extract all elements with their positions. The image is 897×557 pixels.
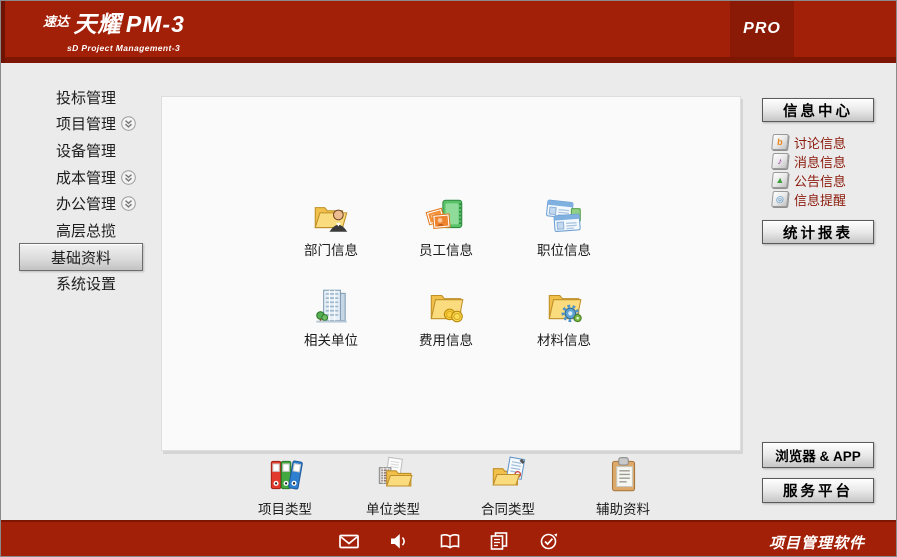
- photos-notebook-icon: [398, 193, 494, 237]
- link-label: 公告信息: [794, 171, 846, 190]
- launcher-label: 职位信息: [516, 239, 612, 259]
- launcher-expense-info[interactable]: 费用信息: [398, 283, 494, 349]
- launcher-material-info[interactable]: 材料信息: [516, 283, 612, 349]
- sidebar-item-cost[interactable]: 成本管理: [56, 167, 136, 187]
- launcher-label: 部门信息: [283, 239, 379, 259]
- chevron-down-icon[interactable]: [121, 170, 136, 185]
- sidebar-item-label: 高层总揽: [56, 220, 116, 241]
- logo-subtitle: sD Project Management-3: [67, 43, 180, 53]
- launcher-label: 员工信息: [398, 239, 494, 259]
- sidebar-item-label: 成本管理: [56, 167, 116, 188]
- sidebar-item-equipment[interactable]: 设备管理: [56, 140, 116, 160]
- sidebar-item-label: 系统设置: [56, 273, 116, 294]
- id-cards-icon: [516, 193, 612, 237]
- sidebar-item-system-settings[interactable]: 系统设置: [56, 273, 116, 293]
- main-content-panel: [161, 96, 741, 451]
- speaker-icon[interactable]: [388, 531, 410, 551]
- sidebar-item-label: 投标管理: [56, 87, 116, 108]
- book-icon[interactable]: [438, 531, 460, 551]
- app-window: 速达 天耀 PM-3 sD Project Management-3 PRO 投…: [0, 0, 897, 557]
- header-left-edge: [1, 1, 5, 63]
- launcher-label: 合同类型: [460, 498, 556, 518]
- service-platform-button[interactable]: 服务平台: [762, 478, 874, 503]
- sidebar-item-executive[interactable]: 高层总揽: [56, 220, 116, 240]
- sidebar-item-project[interactable]: 项目管理: [56, 113, 136, 133]
- chevron-down-icon[interactable]: [121, 116, 136, 131]
- folder-document-icon: [460, 452, 556, 496]
- reminder-icon: ◎: [771, 191, 789, 207]
- launcher-label: 材料信息: [516, 329, 612, 349]
- link-announcement-info[interactable]: ▲ 公告信息: [772, 172, 846, 188]
- pro-badge: PRO: [730, 1, 794, 57]
- copy-pages-icon[interactable]: [488, 531, 510, 551]
- launcher-auxiliary-data[interactable]: 辅助资料: [575, 452, 671, 518]
- mail-icon[interactable]: [338, 531, 360, 551]
- discussion-icon: b: [771, 134, 789, 150]
- launcher-related-units[interactable]: 相关单位: [283, 283, 379, 349]
- sidebar-item-label: 基础资料: [51, 247, 111, 268]
- message-icon: ♪: [771, 153, 789, 169]
- clock-check-icon[interactable]: [538, 531, 560, 551]
- launcher-project-types[interactable]: 项目类型: [237, 452, 333, 518]
- footer-brand-text: 项目管理软件: [769, 532, 865, 553]
- footer-bar: 项目管理软件: [1, 520, 897, 557]
- launcher-label: 单位类型: [345, 498, 441, 518]
- link-label: 信息提醒: [794, 190, 846, 209]
- sidebar-item-label: 办公管理: [56, 193, 116, 214]
- folder-building-icon: [345, 452, 441, 496]
- launcher-label: 相关单位: [283, 329, 379, 349]
- browser-app-button[interactable]: 浏览器 & APP: [762, 442, 874, 468]
- folder-user-icon: [283, 193, 379, 237]
- building-icon: [283, 283, 379, 327]
- launcher-label: 辅助资料: [575, 498, 671, 518]
- header-divider: [1, 57, 897, 63]
- clipboard-icon: [575, 452, 671, 496]
- launcher-contract-types[interactable]: 合同类型: [460, 452, 556, 518]
- link-message-info[interactable]: ♪ 消息信息: [772, 153, 846, 169]
- launcher-employee-info[interactable]: 员工信息: [398, 193, 494, 259]
- app-logo: 速达 天耀 PM-3: [43, 13, 185, 36]
- sidebar-item-bidding[interactable]: 投标管理: [56, 87, 116, 107]
- chevron-down-icon[interactable]: [121, 196, 136, 211]
- logo-prefix: 速达: [43, 14, 69, 29]
- statistics-reports-button[interactable]: 统计报表: [762, 220, 874, 244]
- header-bar: 速达 天耀 PM-3 sD Project Management-3 PRO: [1, 1, 897, 63]
- launcher-label: 费用信息: [398, 329, 494, 349]
- launcher-label: 项目类型: [237, 498, 333, 518]
- link-label: 消息信息: [794, 152, 846, 171]
- sidebar-item-office[interactable]: 办公管理: [56, 193, 136, 213]
- launcher-position-info[interactable]: 职位信息: [516, 193, 612, 259]
- sidebar-item-label: 设备管理: [56, 140, 116, 161]
- link-info-reminder[interactable]: ◎ 信息提醒: [772, 191, 846, 207]
- launcher-unit-types[interactable]: 单位类型: [345, 452, 441, 518]
- sidebar-item-basic-data-selected[interactable]: 基础资料: [19, 243, 143, 271]
- info-center-button[interactable]: 信息中心: [762, 98, 874, 122]
- link-discussion-info[interactable]: b 讨论信息: [772, 134, 846, 150]
- logo-model: PM-3: [126, 11, 185, 37]
- launcher-department-info[interactable]: 部门信息: [283, 193, 379, 259]
- binders-icon: [237, 452, 333, 496]
- logo-name: 天耀: [73, 11, 121, 37]
- sidebar-item-label: 项目管理: [56, 113, 116, 134]
- folder-gear-icon: [516, 283, 612, 327]
- announcement-icon: ▲: [771, 172, 789, 188]
- folder-coins-icon: [398, 283, 494, 327]
- link-label: 讨论信息: [794, 133, 846, 152]
